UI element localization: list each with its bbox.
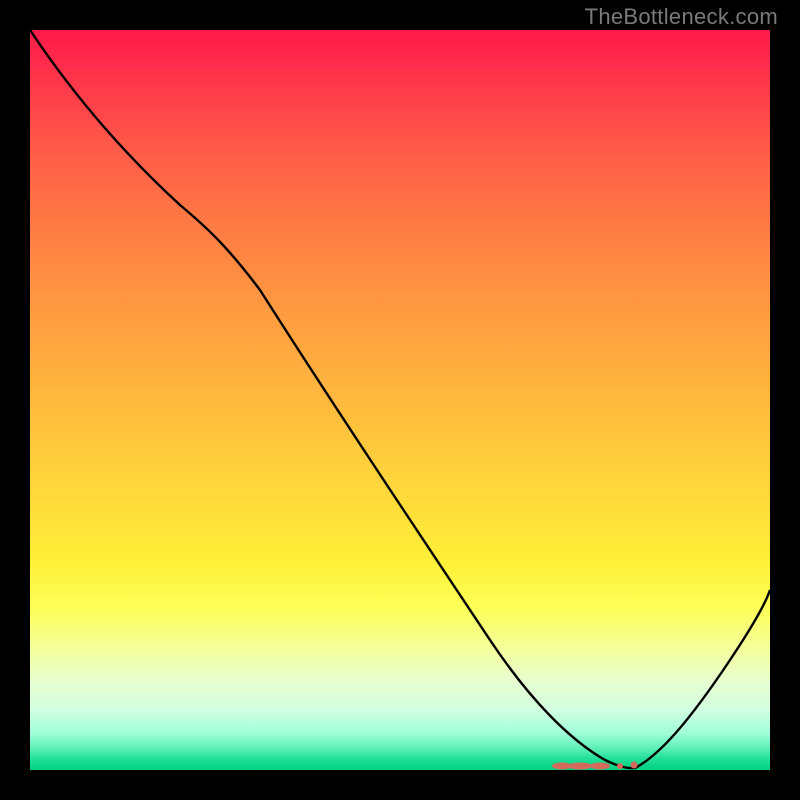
curve-path: [30, 30, 770, 768]
watermark-text: TheBottleneck.com: [585, 4, 778, 30]
plot-area: [30, 30, 770, 770]
bottleneck-line-chart: [30, 30, 770, 770]
